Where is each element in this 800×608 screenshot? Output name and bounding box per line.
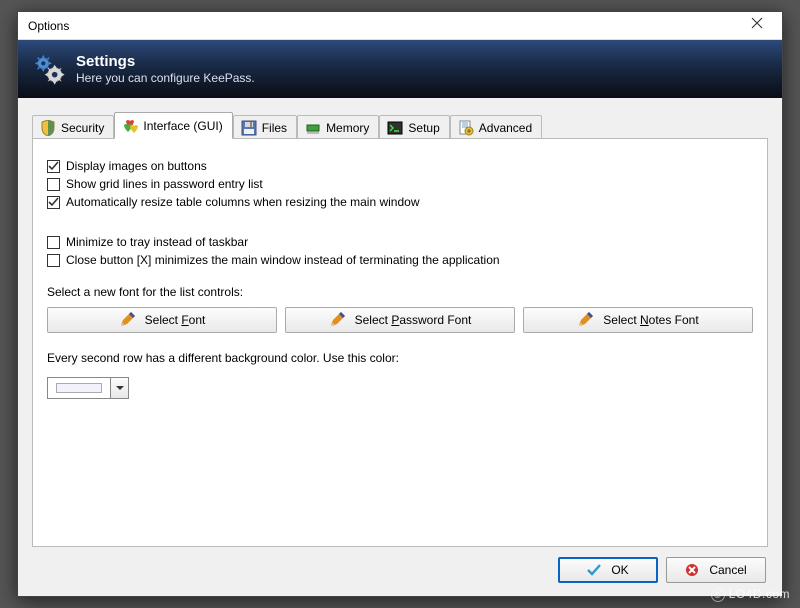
tab-memory[interactable]: Memory <box>297 115 379 139</box>
chip-icon <box>305 120 321 136</box>
titlebar: Options <box>18 12 782 40</box>
checkbox-icon <box>47 236 60 249</box>
checkbox-icon <box>47 196 60 209</box>
dropdown-arrow[interactable] <box>110 378 128 398</box>
header-banner: Settings Here you can configure KeePass. <box>18 40 782 98</box>
header-title: Settings <box>76 53 255 70</box>
close-button[interactable] <box>735 13 779 39</box>
tab-strip: Security Interface (GUI) Files Memory <box>32 112 768 139</box>
checkbox-close-minimizes[interactable]: Close button [X] minimizes the main wind… <box>47 253 753 267</box>
pencil-icon <box>119 312 135 328</box>
checkbox-icon <box>47 254 60 267</box>
tab-setup[interactable]: Setup <box>379 115 449 139</box>
dialog-body: Security Interface (GUI) Files Memory <box>18 98 782 596</box>
ok-button[interactable]: OK <box>558 557 658 583</box>
tab-security[interactable]: Security <box>32 115 114 139</box>
floppy-icon <box>241 120 257 136</box>
row-color-picker[interactable] <box>47 377 129 399</box>
color-section-label: Every second row has a different backgro… <box>47 351 753 365</box>
select-notes-font-button[interactable]: Select Notes Font <box>523 307 753 333</box>
tab-interface[interactable]: Interface (GUI) <box>114 112 232 139</box>
watermark: LO4D.com <box>711 587 790 602</box>
checkbox-icon <box>47 160 60 173</box>
checkbox-icon <box>47 178 60 191</box>
checkbox-display-images[interactable]: Display images on buttons <box>47 159 753 173</box>
font-section-label: Select a new font for the list controls: <box>47 285 753 299</box>
hearts-icon <box>122 118 138 134</box>
dialog-button-row: OK Cancel <box>32 547 768 586</box>
close-icon <box>751 17 763 29</box>
select-password-font-button[interactable]: Select Password Font <box>285 307 515 333</box>
window-title: Options <box>28 19 735 33</box>
color-swatch <box>48 378 110 398</box>
select-font-button[interactable]: Select Font <box>47 307 277 333</box>
button-label: Select Font <box>145 313 206 327</box>
gear-icon <box>32 52 66 86</box>
cancel-button[interactable]: Cancel <box>666 557 766 583</box>
terminal-icon <box>387 120 403 136</box>
tab-files[interactable]: Files <box>233 115 297 139</box>
cancel-icon <box>685 563 699 577</box>
checkbox-minimize-tray[interactable]: Minimize to tray instead of taskbar <box>47 235 753 249</box>
check-icon <box>587 563 601 577</box>
tab-panel-interface: Display images on buttons Show grid line… <box>32 138 768 547</box>
chevron-down-icon <box>116 384 124 392</box>
header-subtitle: Here you can configure KeePass. <box>76 71 255 85</box>
pencil-icon <box>329 312 345 328</box>
shield-icon <box>40 120 56 136</box>
checkbox-grid-lines[interactable]: Show grid lines in password entry list <box>47 177 753 191</box>
pencil-icon <box>577 312 593 328</box>
checkbox-auto-resize[interactable]: Automatically resize table columns when … <box>47 195 753 209</box>
tab-advanced[interactable]: Advanced <box>450 115 542 139</box>
font-buttons-row: Select Font Select Password Font Select … <box>47 307 753 333</box>
button-label: Select Password Font <box>355 313 472 327</box>
page-icon <box>458 120 474 136</box>
button-label: Select Notes Font <box>603 313 698 327</box>
options-window: Options Settings Here you can configure … <box>17 11 783 597</box>
